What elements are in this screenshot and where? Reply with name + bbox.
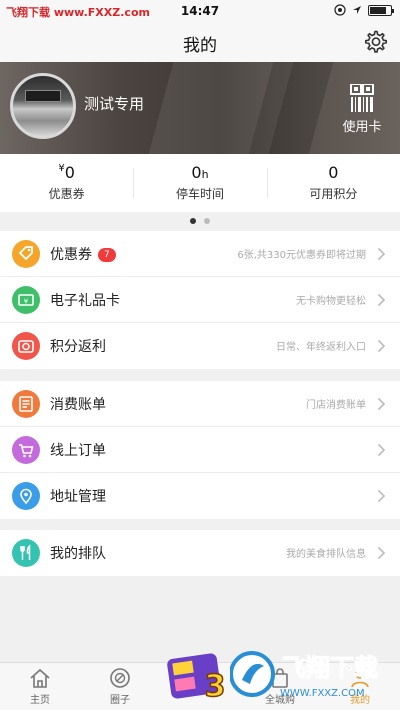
tab-home[interactable]: 主页: [0, 663, 80, 710]
watermark-logo: 飞翔下载 WWW.FXXZ.COM: [230, 651, 379, 699]
status-icons: [334, 4, 394, 16]
menu-item-hint: 我的美食排队信息: [286, 549, 366, 560]
svg-text:3: 3: [205, 669, 226, 704]
menu-item-hint: 无卡购物更轻松: [296, 296, 366, 307]
stat-points-value: 0: [328, 163, 339, 182]
location-icon: [334, 4, 346, 16]
page-indicator: [0, 212, 400, 230]
compass-circle-icon: [110, 668, 130, 688]
menu-item-address[interactable]: 地址管理: [0, 473, 400, 519]
menu-item-label: 消费账单: [50, 397, 106, 413]
qr-barcode-icon: [350, 84, 374, 112]
menu-item-points-rebate[interactable]: 积分返利 日常、年终返利入口: [0, 323, 400, 369]
stat-coupons[interactable]: ¥0 优惠券: [0, 154, 133, 212]
navigation-arrow-icon: [353, 6, 361, 14]
svg-text:¥: ¥: [24, 298, 29, 306]
chevron-right-icon: [377, 443, 386, 457]
stat-parking[interactable]: 0h 停车时间: [133, 154, 266, 212]
menu-item-label: 优惠券: [50, 247, 92, 263]
location-pin-icon: [12, 482, 40, 510]
battery-icon: [368, 4, 394, 16]
stat-points[interactable]: 0 可用积分: [266, 154, 400, 212]
promo-game-logo[interactable]: 3: [165, 648, 235, 706]
page-title: 我的: [183, 36, 217, 56]
menu-item-hint: 日常、年终返利入口: [276, 342, 366, 353]
chevron-right-icon: [377, 339, 386, 353]
tab-circle[interactable]: 圈子: [80, 663, 160, 710]
settings-gear-icon[interactable]: [362, 29, 388, 55]
home-icon: [30, 668, 50, 688]
use-card-label: 使用卡: [342, 120, 382, 135]
username[interactable]: 测试专用: [84, 93, 144, 114]
svg-text:WWW.FXXZ.COM: WWW.FXXZ.COM: [280, 688, 365, 699]
menu-item-label: 电子礼品卡: [50, 293, 120, 309]
nav-bar: 我的: [0, 22, 400, 62]
chevron-right-icon: [377, 397, 386, 411]
camera-rebate-icon: [12, 332, 40, 360]
menu-group-queue: 我的排队 我的美食排队信息: [0, 530, 400, 576]
menu-item-bills[interactable]: 消费账单 门店消费账单: [0, 381, 400, 427]
menu-item-queue[interactable]: 我的排队 我的美食排队信息: [0, 530, 400, 576]
menu-item-gift-card[interactable]: ¥ 电子礼品卡 无卡购物更轻松: [0, 277, 400, 323]
chevron-right-icon: [377, 293, 386, 307]
stat-parking-value: 0: [191, 163, 202, 182]
avatar[interactable]: [10, 73, 76, 139]
use-card-button[interactable]: 使用卡: [338, 84, 386, 135]
profile-header: 测试专用 使用卡: [0, 62, 400, 154]
coupon-count-badge: 7: [98, 248, 116, 262]
stats-bar: ¥0 优惠券 0h 停车时间 0 可用积分: [0, 154, 400, 212]
gift-card-icon: ¥: [12, 286, 40, 314]
tab-label: 主页: [30, 695, 50, 706]
menu-item-label: 线上订单: [50, 443, 106, 459]
menu-item-online-orders[interactable]: 线上订单: [0, 427, 400, 473]
chevron-right-icon: [377, 247, 386, 261]
menu-item-label: 积分返利: [50, 339, 106, 355]
stat-coupons-label: 优惠券: [48, 187, 85, 201]
coupon-tag-icon: [12, 240, 40, 268]
stat-points-label: 可用积分: [309, 187, 358, 201]
menu-item-label: 地址管理: [50, 489, 106, 505]
menu-group-orders: 消费账单 门店消费账单 线上订单 地址管理: [0, 381, 400, 519]
svg-text:飞翔下载: 飞翔下载: [282, 654, 378, 682]
stat-parking-label: 停车时间: [175, 187, 224, 201]
chevron-right-icon: [377, 546, 386, 560]
stat-coupons-value: 0: [64, 163, 75, 182]
bill-receipt-icon: [12, 390, 40, 418]
menu-item-label: 我的排队: [50, 546, 106, 562]
chevron-right-icon: [377, 489, 386, 503]
menu-item-hint: 门店消费账单: [306, 400, 366, 411]
tab-label: 圈子: [110, 695, 130, 706]
shopping-cart-icon: [12, 436, 40, 464]
menu-item-hint: 6张,共330元优惠券即将过期: [237, 250, 366, 261]
status-bar: 飞翔下载 www.FXXZ.com 14:47: [0, 0, 400, 22]
cutlery-icon: [12, 539, 40, 567]
menu-item-coupons[interactable]: 优惠券 7 6张,共330元优惠券即将过期: [0, 231, 400, 277]
menu-group-benefits: 优惠券 7 6张,共330元优惠券即将过期 ¥ 电子礼品卡 无卡购物更轻松 积分返…: [0, 231, 400, 369]
